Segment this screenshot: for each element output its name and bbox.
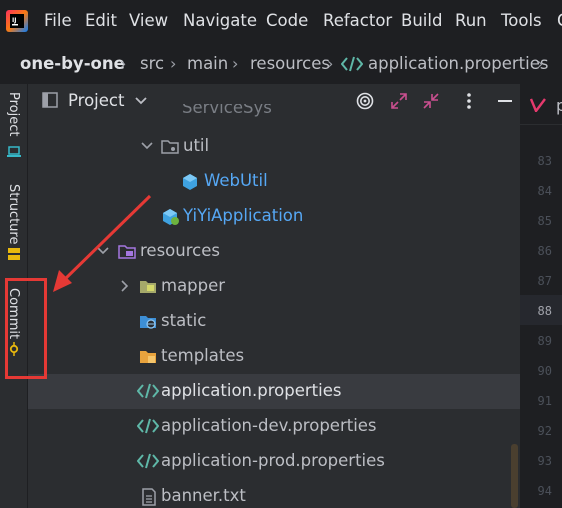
properties-file-icon <box>137 418 159 434</box>
tree-item-templates[interactable]: templates <box>28 339 520 374</box>
tree-item-banner-txt[interactable]: banner.txt <box>28 479 520 508</box>
tree-item-label: application-dev.properties <box>161 416 377 435</box>
menu-run[interactable]: Run <box>455 11 487 31</box>
menu-build[interactable]: Build <box>401 11 442 31</box>
tree-item-label: resources <box>140 241 220 260</box>
tab-structure[interactable]: Structure <box>0 180 27 264</box>
chevron-right-icon: › <box>537 54 544 73</box>
properties-file-icon <box>341 56 363 72</box>
spring-class-icon <box>163 209 179 225</box>
editor-tab-label: p <box>556 96 562 115</box>
chevron-down-icon[interactable] <box>96 244 110 258</box>
breadcrumb-file[interactable]: application.properties <box>368 54 548 74</box>
line-number: 90 <box>537 364 552 378</box>
structure-icon <box>8 248 20 260</box>
line-number: 94 <box>537 484 552 498</box>
line-number: 87 <box>537 274 552 288</box>
menu-tools[interactable]: Tools <box>501 11 542 31</box>
annotation-highlight-box <box>5 278 47 379</box>
hide-panel-icon[interactable] <box>498 99 512 103</box>
tree-item-webutil[interactable]: WebUtil <box>28 164 520 199</box>
line-number: 93 <box>537 454 552 468</box>
menu-file[interactable]: File <box>44 11 72 31</box>
templates-folder-icon <box>140 351 156 363</box>
line-number: 85 <box>537 214 552 228</box>
chevron-right-icon: › <box>232 54 239 73</box>
tab-project-label: Project <box>6 92 21 137</box>
laptop-icon <box>7 146 21 157</box>
tree-item-yiyiapplication[interactable]: YiYiApplication <box>28 199 520 234</box>
tree-item-application-properties[interactable]: application.properties <box>28 374 520 409</box>
line-number: 83 <box>537 154 552 168</box>
svg-text:IJ: IJ <box>12 17 16 24</box>
tree-item-application-prod-properties[interactable]: application-prod.properties <box>28 444 520 479</box>
menu-view[interactable]: View <box>129 11 168 31</box>
chevron-down-icon[interactable] <box>140 139 154 153</box>
tree-row-partial[interactable]: ServiceSys <box>28 104 520 118</box>
line-number: 89 <box>537 334 552 348</box>
menu-bar: IJ File Edit View Navigate Code Refactor… <box>0 0 562 42</box>
tree-item-util[interactable]: util <box>28 129 520 164</box>
breadcrumb: one-by-one › src › main › resources › ap… <box>0 42 562 85</box>
tree-item-label: WebUtil <box>204 171 268 190</box>
menu-navigate[interactable]: Navigate <box>183 11 257 31</box>
chevron-right-icon: › <box>120 54 127 73</box>
line-number-current: 88 <box>537 304 552 318</box>
tree-item-label: templates <box>161 346 245 365</box>
tab-structure-label: Structure <box>6 184 21 245</box>
tree-item-label: static <box>161 311 207 330</box>
project-panel: Project ServiceSys util WebUtil YiYiAppl… <box>28 84 520 508</box>
line-number: 84 <box>537 184 552 198</box>
chevron-right-icon: › <box>327 54 334 73</box>
resources-folder-icon <box>118 245 136 259</box>
folder-icon <box>140 281 156 293</box>
line-number: 92 <box>537 424 552 438</box>
properties-file-icon <box>137 383 159 399</box>
tree-item-label: YiYiApplication <box>183 206 304 225</box>
web-folder-icon <box>140 316 156 329</box>
tree-item-label: util <box>183 136 210 155</box>
breadcrumb-main[interactable]: main <box>187 54 228 74</box>
menu-git[interactable]: G <box>557 11 562 31</box>
tree-item-mapper[interactable]: mapper <box>28 269 520 304</box>
tree-item-label: banner.txt <box>161 486 246 505</box>
properties-file-icon <box>137 453 159 469</box>
line-number: 91 <box>537 394 552 408</box>
line-number: 86 <box>537 244 552 258</box>
editor-area: p 83 84 85 86 87 88 89 90 91 92 93 94 <box>520 84 562 508</box>
menu-edit[interactable]: Edit <box>85 11 117 31</box>
chevron-right-icon[interactable] <box>118 279 132 293</box>
chevron-right-icon: › <box>170 54 177 73</box>
tree-item-static[interactable]: static <box>28 304 520 339</box>
intellij-logo-icon[interactable]: IJ <box>6 10 28 32</box>
tree-item-label: application-prod.properties <box>161 451 385 470</box>
tree-item-application-dev-properties[interactable]: application-dev.properties <box>28 409 520 444</box>
tree-item-resources[interactable]: resources <box>28 234 520 269</box>
tree-item-label: application.properties <box>161 381 342 400</box>
package-icon <box>161 140 179 154</box>
editor-tab[interactable]: p <box>520 84 562 125</box>
tab-project[interactable]: Project <box>0 88 27 162</box>
menu-refactor[interactable]: Refactor <box>323 11 392 31</box>
tree-item-label: mapper <box>161 276 226 295</box>
file-type-icon <box>530 98 546 112</box>
breadcrumb-project[interactable]: one-by-one <box>20 54 125 74</box>
breadcrumb-resources[interactable]: resources <box>250 54 330 74</box>
tree-item-partial-label: ServiceSys <box>182 104 272 117</box>
java-class-icon <box>183 174 197 190</box>
tree-scrollbar[interactable] <box>511 444 518 508</box>
text-file-icon <box>142 488 156 506</box>
breadcrumb-src[interactable]: src <box>140 54 164 74</box>
menu-code[interactable]: Code <box>266 11 308 31</box>
